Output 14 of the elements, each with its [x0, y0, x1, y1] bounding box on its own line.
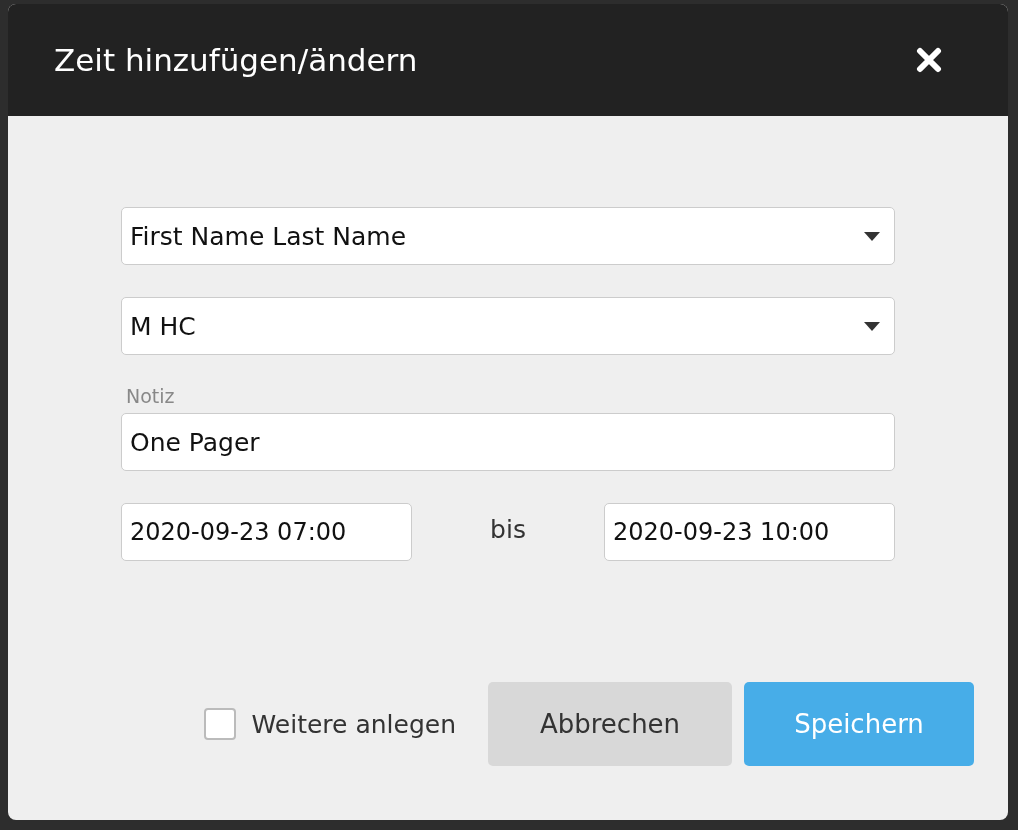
note-label: Notiz [126, 385, 176, 407]
checkbox[interactable] [203, 708, 236, 740]
checkbox-label: Weitere anlegen [251, 709, 456, 739]
range-separator: bis [490, 514, 526, 544]
dropdown[interactable]: First Name Last Name [121, 207, 895, 265]
caret-icon [864, 231, 880, 241]
dropdown[interactable]: M HC [121, 297, 895, 355]
dialog-title: Zeit hinzufügen/ändern [54, 42, 418, 78]
end-time-field[interactable]: 2020-09-23 10:00 [604, 503, 895, 561]
cancel-button[interactable]: Abbrechen [488, 682, 732, 766]
caret-icon [864, 321, 880, 331]
note-field[interactable]: One Pager [121, 413, 895, 471]
close-icon[interactable] [916, 47, 942, 73]
start-time-field[interactable]: 2020-09-23 07:00 [121, 503, 412, 561]
